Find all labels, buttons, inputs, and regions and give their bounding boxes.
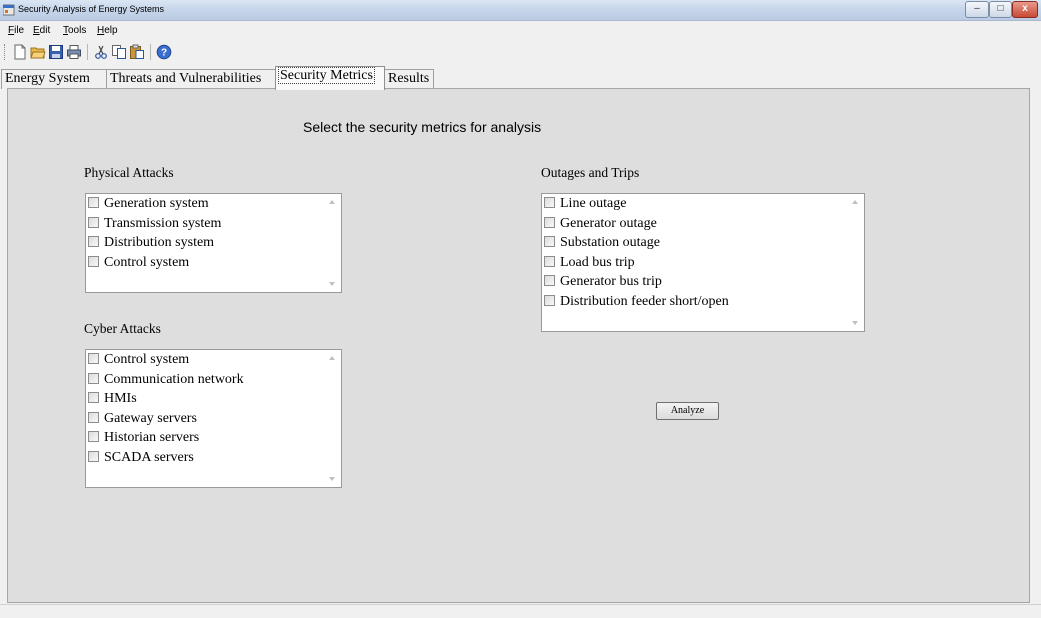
toolbar-separator — [150, 44, 151, 60]
toolbar-separator — [87, 44, 88, 60]
window-title: Security Analysis of Energy Systems — [18, 4, 165, 14]
maximize-icon: □ — [997, 3, 1004, 14]
cyber-attacks-label: Cyber Attacks — [84, 321, 161, 336]
tab-strip: Energy System Threats and Vulnerabilitie… — [0, 65, 1041, 90]
analyze-button[interactable]: Analyze — [656, 402, 719, 420]
list-item[interactable]: Substation outage — [544, 235, 846, 255]
toolbar-grip[interactable] — [4, 44, 6, 60]
list-item[interactable]: Communication network — [88, 372, 323, 392]
menu-file[interactable]: File — [8, 25, 24, 36]
checkbox[interactable] — [88, 392, 99, 403]
tab-label: Results — [388, 71, 430, 86]
close-icon: x — [1022, 3, 1028, 14]
scroll-up-icon[interactable] — [852, 200, 858, 204]
menu-tools[interactable]: Tools — [63, 25, 86, 36]
scroll-up-icon[interactable] — [329, 200, 335, 204]
tab-label: Threats and Vulnerabilities — [110, 71, 262, 86]
checkbox[interactable] — [544, 216, 555, 228]
checkbox[interactable] — [88, 216, 99, 228]
scroll-up-icon[interactable] — [329, 356, 335, 360]
app-icon — [3, 4, 15, 16]
menu-help[interactable]: Help — [97, 25, 118, 36]
menu-bar: File Edit Tools Help — [0, 21, 1041, 40]
list-item[interactable]: Generator bus trip — [544, 274, 846, 294]
checkbox[interactable] — [88, 255, 99, 267]
svg-text:?: ? — [161, 48, 167, 59]
tab-threats-and-vulnerabilities[interactable]: Threats and Vulnerabilities — [106, 69, 276, 89]
title-bar: Security Analysis of Energy Systems – □ … — [0, 0, 1041, 21]
list-item[interactable]: Transmission system — [88, 216, 323, 236]
list-item[interactable]: Control system — [88, 255, 323, 275]
list-item[interactable]: Historian servers — [88, 430, 323, 450]
scroll-down-icon[interactable] — [329, 477, 335, 481]
checkbox[interactable] — [88, 431, 99, 442]
tab-energy-system[interactable]: Energy System — [1, 69, 107, 89]
physical-attacks-list[interactable]: Generation system Transmission system Di… — [85, 193, 342, 293]
checkbox[interactable] — [544, 255, 555, 267]
outages-and-trips-label: Outages and Trips — [541, 165, 640, 180]
list-item[interactable]: Generation system — [88, 196, 323, 216]
list-item[interactable]: Line outage — [544, 196, 846, 216]
checkbox[interactable] — [88, 372, 99, 384]
scroll-down-icon[interactable] — [329, 282, 335, 286]
close-button[interactable]: x — [1012, 1, 1038, 18]
paste-icon[interactable] — [129, 44, 145, 60]
list-item[interactable]: Generator outage — [544, 216, 846, 236]
list-item[interactable]: Distribution feeder short/open — [544, 294, 846, 314]
toolbar: ? — [0, 40, 1041, 65]
minimize-button[interactable]: – — [965, 1, 989, 18]
checkbox[interactable] — [544, 236, 555, 247]
checkbox[interactable] — [88, 411, 99, 423]
security-metrics-panel: Select the security metrics for analysis… — [7, 88, 1030, 603]
help-icon[interactable]: ? — [156, 44, 172, 60]
copy-icon[interactable] — [111, 44, 127, 60]
tab-label: Security Metrics — [278, 67, 375, 84]
status-bar — [0, 604, 1041, 618]
list-item[interactable]: Control system — [88, 352, 323, 372]
list-item[interactable]: SCADA servers — [88, 450, 323, 470]
checkbox[interactable] — [88, 353, 99, 364]
cut-icon[interactable] — [93, 44, 109, 60]
tab-results[interactable]: Results — [384, 69, 434, 89]
save-icon[interactable] — [48, 44, 64, 60]
list-item[interactable]: Gateway servers — [88, 411, 323, 431]
checkbox[interactable] — [544, 275, 555, 286]
list-item[interactable]: Distribution system — [88, 235, 323, 255]
print-icon[interactable] — [66, 44, 82, 60]
physical-attacks-label: Physical Attacks — [84, 165, 174, 180]
checkbox[interactable] — [88, 197, 99, 208]
maximize-button[interactable]: □ — [989, 1, 1012, 18]
tab-label: Energy System — [5, 71, 90, 86]
cyber-attacks-list[interactable]: Control system Communication network HMI… — [85, 349, 342, 488]
tab-security-metrics[interactable]: Security Metrics — [275, 66, 385, 90]
scroll-down-icon[interactable] — [852, 321, 858, 325]
checkbox[interactable] — [544, 294, 555, 306]
menu-edit[interactable]: Edit — [33, 25, 50, 36]
checkbox[interactable] — [88, 450, 99, 462]
list-item[interactable]: HMIs — [88, 391, 323, 411]
outages-and-trips-list[interactable]: Line outage Generator outage Substation … — [541, 193, 865, 332]
checkbox[interactable] — [544, 197, 555, 208]
open-folder-icon[interactable] — [30, 44, 46, 60]
minimize-icon: – — [974, 3, 980, 14]
checkbox[interactable] — [88, 236, 99, 247]
page-heading: Select the security metrics for analysis — [303, 119, 542, 135]
list-item[interactable]: Load bus trip — [544, 255, 846, 275]
new-file-icon[interactable] — [12, 44, 28, 60]
